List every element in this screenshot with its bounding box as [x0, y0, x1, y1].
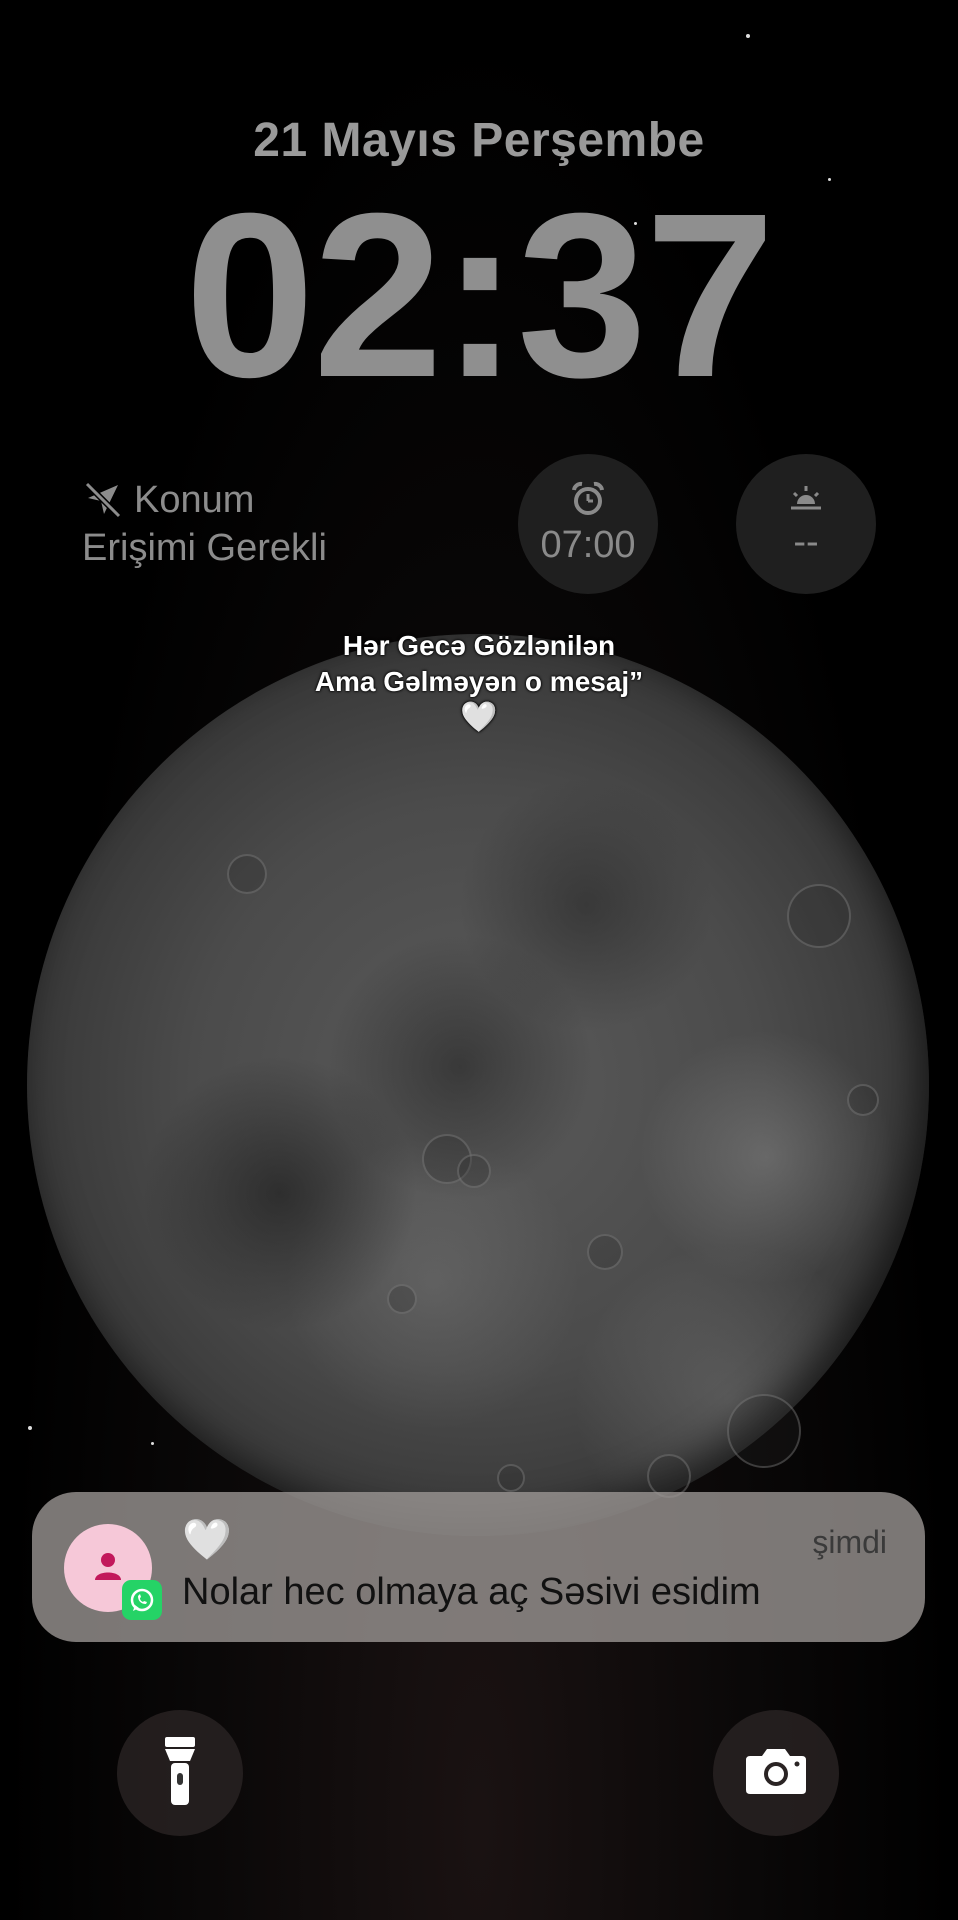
alarm-time: 07:00	[540, 524, 636, 566]
alarm-clock-icon	[570, 481, 606, 522]
whatsapp-notification[interactable]: 🤍 şimdi Nolar hec olmaya aç Səsivi esidi…	[32, 1492, 925, 1642]
person-icon	[91, 1549, 125, 1588]
flashlight-icon	[163, 1735, 197, 1812]
notification-body: Nolar hec olmaya aç Səsivi esidim	[182, 1571, 761, 1613]
crater	[457, 1154, 491, 1188]
sunrise-widget[interactable]: --	[736, 454, 876, 594]
flashlight-button[interactable]	[117, 1710, 243, 1836]
crater	[387, 1284, 417, 1314]
video-caption: Hər Gecə Gözlənilən Ama Gəlməyən o mesaj…	[0, 628, 958, 736]
crater	[497, 1464, 525, 1492]
alarm-widget[interactable]: 07:00	[518, 454, 658, 594]
crater	[587, 1234, 623, 1270]
crater	[847, 1084, 879, 1116]
date-label: 21 Mayıs Perşembe	[253, 114, 705, 167]
star	[151, 1442, 154, 1445]
sunrise-icon	[788, 484, 824, 519]
caption-heart: 🤍	[460, 701, 498, 734]
crater	[787, 884, 851, 948]
sunrise-value: --	[793, 521, 819, 563]
moon-wallpaper	[27, 634, 929, 1536]
camera-icon	[744, 1746, 808, 1801]
camera-button[interactable]	[713, 1710, 839, 1836]
caption-line-1: Hər Gecə Gözlənilən	[342, 630, 616, 661]
location-slash-icon	[82, 479, 124, 521]
whatsapp-icon	[122, 1580, 162, 1620]
crater	[727, 1394, 801, 1468]
star	[746, 34, 750, 38]
star	[28, 1426, 32, 1430]
location-widget-subtitle: Erişimi Gerekli	[82, 527, 327, 569]
location-widget[interactable]: Konum Erişimi Gerekli	[82, 476, 402, 572]
crater	[227, 854, 267, 894]
clock-time[interactable]: 02:37	[0, 178, 958, 412]
caption-line-2: Ama Gəlməyən o mesaj”	[314, 666, 644, 697]
notification-title: 🤍	[182, 1518, 232, 1562]
lock-screen: 21 Mayıs Perşembe 02:37 Konum Erişimi Ge…	[0, 0, 958, 1920]
notification-time: şimdi	[812, 1524, 887, 1560]
location-widget-title: Konum	[134, 479, 255, 521]
